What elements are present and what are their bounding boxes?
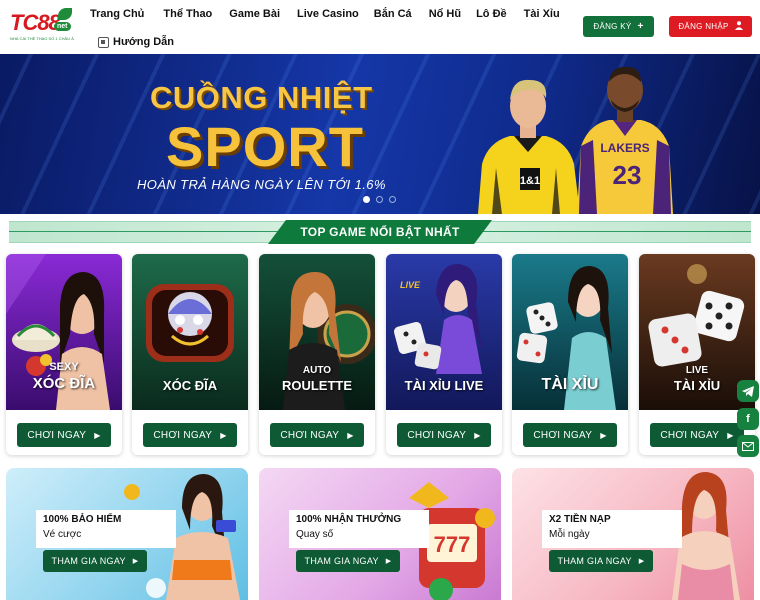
play-now-button[interactable]: CHƠI NGAY ▶ [143, 423, 237, 447]
game-title: TÀI XỈU LIVE [404, 378, 484, 393]
promo-card[interactable]: 100% BẢO HIỂM Vé cược THAM GIA NGAY ▶ [6, 468, 248, 600]
section-title: TOP GAME NỔI BẬT NHẤT [268, 220, 492, 244]
play-now-label: CHƠI NGAY [407, 429, 467, 441]
game-card[interactable]: AUTO ROULETTE CHƠI NGAY ▶ [259, 254, 375, 455]
jersey-number: 23 [613, 160, 642, 190]
game-card[interactable]: SEXY XÓC ĐĨA CHƠI NGAY ▶ [6, 254, 122, 455]
banner-title: SPORT [166, 115, 364, 178]
game-subtitle: LIVE [685, 365, 709, 376]
jersey-team: LAKERS [600, 141, 649, 155]
facebook-button[interactable]: f [737, 408, 759, 430]
logo[interactable]: TC88 net NHÀ CÁI THỂ THAO SỐ 1 CHÂU Á [8, 8, 74, 46]
basketball-player-image: LAKERS 23 [577, 66, 673, 214]
banner-pagination [363, 196, 402, 203]
play-arrow-icon: ▶ [220, 430, 227, 440]
nav-item-game-bai[interactable]: Game Bài [229, 8, 280, 20]
promo-card[interactable]: X2 TIỀN NẠP Mỗi ngày THAM GIA NGAY ▶ [512, 468, 754, 600]
leaf-icon [58, 8, 72, 20]
login-button[interactable]: ĐĂNG NHẬP [669, 16, 752, 37]
logo-text: TC88 [10, 10, 61, 35]
promo-title: 100% BẢO HIỂM [43, 514, 122, 525]
play-now-button[interactable]: CHƠI NGAY ▶ [397, 423, 491, 447]
game-card[interactable]: LIVE TÀI XỈU LIVE CHƠI NGAY ▶ [386, 254, 502, 455]
play-now-button[interactable]: CHƠI NGAY ▶ [17, 423, 111, 447]
play-now-button[interactable]: CHƠI NGAY ▶ [650, 423, 744, 447]
play-now-button[interactable]: CHƠI NGAY ▶ [523, 423, 617, 447]
pagination-dot-2[interactable] [376, 196, 383, 203]
game-subtitle: AUTO [302, 365, 332, 376]
nav-item-huong-dan[interactable]: Hướng Dẫn [98, 36, 174, 48]
play-arrow-icon: ▶ [600, 430, 607, 440]
user-icon [734, 20, 743, 33]
play-arrow-icon: ▶ [727, 430, 734, 440]
play-now-label: CHƠI NGAY [280, 429, 340, 441]
nav-item-tai-xiu[interactable]: Tài Xỉu [524, 8, 560, 20]
facebook-icon: f [746, 413, 750, 425]
jersey-sponsor: 1&1 [520, 175, 540, 187]
game-subtitle: SEXY [49, 361, 79, 373]
login-label: ĐĂNG NHẬP [678, 22, 729, 31]
game-title: XÓC ĐĨA [32, 375, 96, 392]
guide-label: Hướng Dẫn [113, 36, 175, 48]
play-now-label: CHƠI NGAY [660, 429, 720, 441]
game-card[interactable]: XÓC ĐĨA CHƠI NGAY ▶ [132, 254, 248, 455]
game-title: XÓC ĐĨA [162, 378, 218, 393]
join-now-button[interactable]: THAM GIA NGAY ▶ [549, 550, 653, 572]
play-now-button[interactable]: CHƠI NGAY ▶ [270, 423, 364, 447]
hero-banner[interactable]: CUỒNG NHIỆT SPORT HOÀN TRẢ HÀNG NGÀY LÊN… [0, 54, 760, 214]
svg-text:777: 777 [434, 532, 471, 557]
nav-item-live-casino[interactable]: Live Casino [297, 8, 359, 20]
promo-subtitle: Vé cược [43, 529, 82, 540]
football-player-image: 1&1 [478, 79, 580, 214]
join-now-button[interactable]: THAM GIA NGAY ▶ [296, 550, 400, 572]
play-arrow-icon: ▶ [385, 558, 392, 565]
join-now-label: THAM GIA NGAY [557, 556, 632, 566]
svg-text:LIVE: LIVE [400, 280, 421, 290]
join-now-label: THAM GIA NGAY [51, 556, 126, 566]
register-label: ĐĂNG KÝ [593, 22, 632, 31]
register-button[interactable]: ĐĂNG KÝ + [583, 16, 654, 37]
telegram-icon [742, 385, 754, 397]
nav-item-the-thao[interactable]: Thể Thao [163, 8, 212, 20]
play-arrow-icon: ▶ [94, 430, 101, 440]
join-now-button[interactable]: THAM GIA NGAY ▶ [43, 550, 147, 572]
game-card[interactable]: TÀI XỈU CHƠI NGAY ▶ [512, 254, 628, 455]
play-arrow-icon: ▶ [132, 558, 139, 565]
banner-subtitle: HOÀN TRẢ HÀNG NGÀY LÊN TỚI 1.6% [137, 177, 386, 192]
promo-title: 100% NHẬN THƯỞNG [296, 514, 402, 525]
nav-item-lo-de[interactable]: Lô Đề [476, 8, 507, 20]
guide-icon [98, 36, 109, 48]
play-arrow-icon: ▶ [347, 430, 354, 440]
play-now-label: CHƠI NGAY [153, 429, 213, 441]
nav-item-ban-ca[interactable]: Bắn Cá [374, 8, 412, 20]
promo-subtitle: Quay số [296, 529, 334, 540]
pagination-dot-1[interactable] [363, 196, 370, 203]
promo-subtitle: Mỗi ngày [549, 529, 590, 540]
nav-item-no-hu[interactable]: Nổ Hũ [429, 8, 461, 20]
banner-headline: CUỒNG NHIỆT [150, 80, 373, 115]
play-now-label: CHƠI NGAY [533, 429, 593, 441]
join-now-label: THAM GIA NGAY [304, 556, 379, 566]
play-now-label: CHƠI NGAY [27, 429, 87, 441]
plus-icon: + [637, 21, 644, 32]
promo-title: X2 TIỀN NẠP [549, 514, 611, 525]
game-title: ROULETTE [281, 378, 353, 393]
game-title: TÀI XỈU [541, 376, 599, 393]
mail-icon [742, 441, 754, 451]
play-arrow-icon: ▶ [638, 558, 645, 565]
nav-item-trang-chu[interactable]: Trang Chủ [90, 8, 144, 20]
play-arrow-icon: ▶ [474, 430, 481, 440]
promo-card[interactable]: 777 100% NHẬN THƯỞNG Quay số THAM GIA NG… [259, 468, 501, 600]
header: TC88 net NHÀ CÁI THỂ THAO SỐ 1 CHÂU Á Tr… [0, 0, 760, 54]
telegram-button[interactable] [737, 380, 759, 402]
main-nav: Trang Chủ Thể Thao Game Bài Live Casino … [90, 8, 582, 20]
logo-badge: net [54, 22, 71, 31]
mail-button[interactable] [737, 435, 759, 457]
pagination-dot-3[interactable] [389, 196, 396, 203]
logo-tagline: NHÀ CÁI THỂ THAO SỐ 1 CHÂU Á [10, 36, 74, 41]
